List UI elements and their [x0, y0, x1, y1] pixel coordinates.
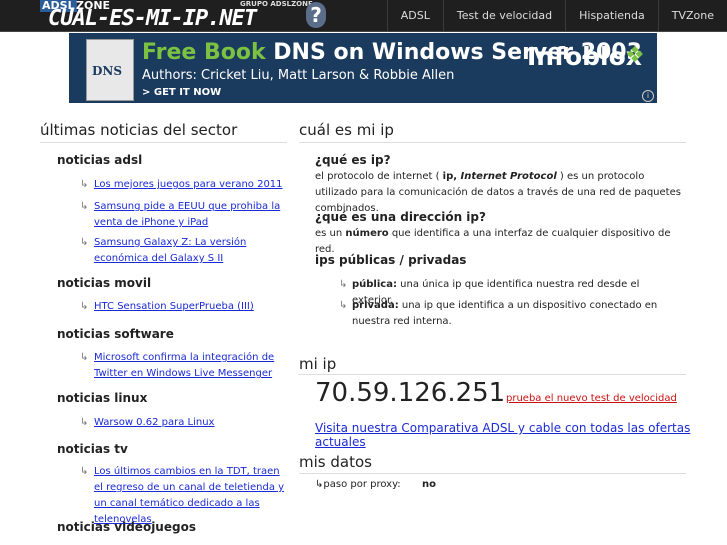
- answer-direccion-bold: número: [345, 228, 389, 239]
- bullet-icon: ↳: [339, 279, 348, 290]
- mis-datos-heading: mis datos: [299, 453, 372, 471]
- bullet-icon: ↳: [80, 352, 89, 363]
- banner-cta[interactable]: > GET IT NOW: [142, 87, 221, 98]
- news-link[interactable]: HTC Sensation SuperPrueba (III): [94, 299, 285, 315]
- site-logo[interactable]: ADSL ZONE GRUPO ADSLZONE CUAL-ES-MI-IP.N…: [40, 0, 330, 31]
- right-divider: [299, 142, 686, 143]
- top-bar: ADSL ZONE GRUPO ADSLZONE CUAL-ES-MI-IP.N…: [0, 0, 727, 32]
- answer-ip-text: el protocolo de internet (: [315, 171, 443, 182]
- answer-direccion-text: es un: [315, 228, 346, 239]
- news-link[interactable]: Samsung Galaxy Z: La versión económica d…: [94, 235, 285, 267]
- proxy-value: no: [422, 479, 436, 490]
- nav-hispatienda[interactable]: Hispatienda: [565, 0, 658, 31]
- question-mark-icon: ?: [306, 2, 326, 28]
- category-videojuegos: noticias videojuegos: [57, 520, 196, 534]
- list-item: ↳ HTC Sensation SuperPrueba (III): [80, 299, 285, 315]
- category-linux: noticias linux: [57, 391, 148, 405]
- banner-authors: Authors: Cricket Liu, Matt Larson & Robb…: [142, 68, 455, 83]
- list-item: ↳ Warsow 0.62 para Linux: [80, 415, 285, 431]
- category-software: noticias software: [57, 327, 174, 341]
- news-link[interactable]: Warsow 0.62 para Linux: [94, 415, 285, 431]
- ad-banner[interactable]: DNS Free Book DNS on Windows Server 2003…: [69, 33, 657, 103]
- logo-main: CUAL-ES-MI-IP.NET: [48, 6, 257, 31]
- nav-tvzone[interactable]: TVZone: [657, 0, 727, 31]
- proxy-label: ↳paso por proxy:: [315, 479, 401, 490]
- bullet-icon: ↳: [80, 417, 89, 428]
- ad-info-icon[interactable]: i: [642, 90, 654, 102]
- right-heading: cuál es mi ip: [299, 121, 394, 139]
- answer-ip-italic: Internet Protocol: [460, 171, 557, 182]
- infoblox-logo-icon: ❖: [625, 43, 645, 68]
- list-item: ↳ privada: una ip que identifica a un di…: [339, 298, 679, 330]
- bullet-icon: ↳: [80, 301, 89, 312]
- bullet-icon: ↳: [80, 466, 89, 477]
- bullet-icon: ↳: [80, 237, 89, 248]
- book-label: DNS: [92, 64, 123, 78]
- question-direccion: ¿qué es una dirección ip?: [315, 210, 486, 224]
- news-link[interactable]: Samsung pide a EEUU que prohiba la venta…: [94, 199, 285, 231]
- answer-ip-bold: ip,: [442, 171, 461, 182]
- list-item: ↳ Los últimos cambios en la TDT, traen e…: [80, 464, 285, 528]
- compare-adsl-link[interactable]: Visita nuestra Comparativa ADSL y cable …: [315, 421, 727, 449]
- mi-ip-heading: mi ip: [299, 355, 337, 373]
- list-item: ↳ Microsoft confirma la integración de T…: [80, 350, 285, 382]
- left-divider: [40, 142, 287, 143]
- mi-ip-divider: [299, 374, 686, 375]
- list-item: ↳ Samsung Galaxy Z: La versión económica…: [80, 235, 285, 267]
- bullet-icon: ↳: [80, 201, 89, 212]
- speed-test-link[interactable]: prueba el nuevo test de velocidad: [506, 393, 677, 404]
- banner-title-green: Free Book: [142, 40, 266, 65]
- publica-label: pública:: [352, 279, 397, 290]
- category-movil: noticias movil: [57, 276, 152, 290]
- book-cover-image: DNS: [86, 39, 134, 101]
- news-link[interactable]: Los últimos cambios en la TDT, traen el …: [94, 464, 285, 528]
- nav-test-velocidad[interactable]: Test de velocidad: [442, 0, 565, 31]
- mis-datos-divider: [299, 473, 686, 474]
- bullet-icon: ↳: [339, 300, 348, 311]
- bullet-icon: ↳: [80, 179, 89, 190]
- list-item: ↳ Los mejores juegos para verano 2011: [80, 177, 285, 193]
- privada-label: privada:: [352, 300, 399, 311]
- proxy-label-text: paso por proxy:: [323, 479, 401, 490]
- privada-text: una ip que identifica a un dispositivo c…: [352, 300, 658, 327]
- news-link[interactable]: Los mejores juegos para verano 2011: [94, 177, 285, 193]
- left-heading: últimas noticias del sector: [40, 121, 238, 139]
- category-adsl: noticias adsl: [57, 153, 143, 167]
- question-publicas-privadas: ips públicas / privadas: [315, 253, 467, 267]
- question-ip: ¿qué es ip?: [315, 153, 391, 167]
- top-nav: ADSL Test de velocidad Hispatienda TVZon…: [386, 0, 727, 31]
- list-item: ↳ Samsung pide a EEUU que prohiba la ven…: [80, 199, 285, 231]
- news-link[interactable]: Microsoft confirma la integración de Twi…: [94, 350, 285, 382]
- category-tv: noticias tv: [57, 442, 128, 456]
- ip-address: 70.59.126.251: [315, 378, 506, 408]
- nav-adsl[interactable]: ADSL: [386, 0, 443, 31]
